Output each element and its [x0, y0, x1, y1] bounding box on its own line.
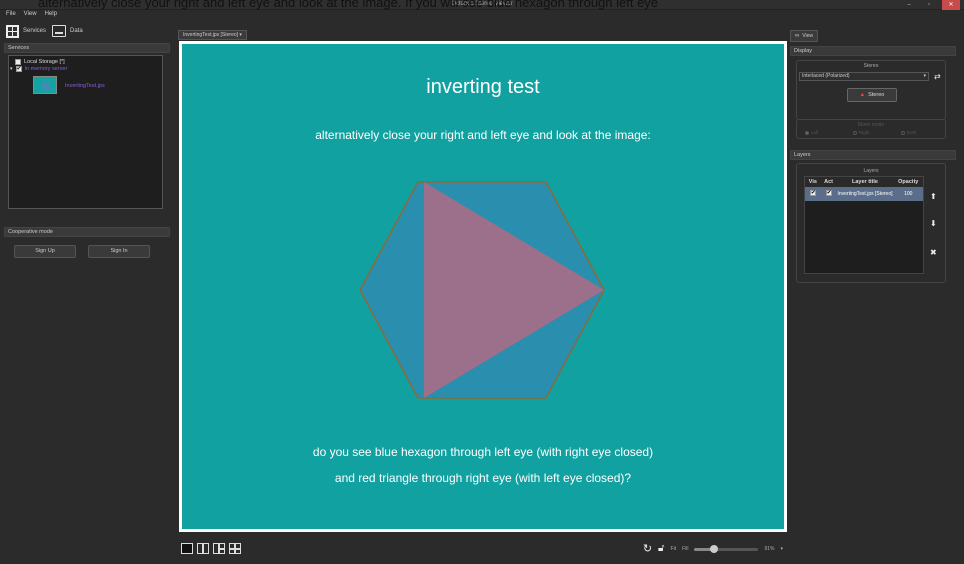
radio-right[interactable]: Right [853, 130, 870, 135]
menu-file[interactable]: File [6, 10, 16, 19]
coop-header: Cooperative mode [4, 227, 170, 237]
column-act: Act [824, 179, 834, 185]
table-row[interactable]: InvertingTest.jps [Stereo] 100 [805, 187, 923, 201]
stereo-button[interactable]: ▲ Stereo [847, 88, 897, 102]
image-subtitle: alternatively close your right and left … [315, 128, 651, 142]
rotate-icon[interactable]: ↻ [643, 543, 652, 555]
image-viewport[interactable]: inverting test alternatively close your … [179, 41, 787, 532]
checkbox[interactable] [15, 65, 22, 72]
column-vis: Vis [808, 179, 817, 185]
layers-header: Layers [790, 150, 956, 160]
tab-services[interactable]: Services [6, 24, 47, 38]
table-header: Vis Act Layer title Opacity [805, 177, 923, 187]
services-header: Services [4, 43, 170, 53]
lock-icon[interactable]: 🔓︎ [658, 543, 664, 555]
mono-group: Mono mode Left Right Both [796, 119, 946, 139]
quad-view-icon[interactable] [229, 543, 241, 554]
visible-checkbox[interactable] [809, 189, 816, 196]
image-title: inverting test [426, 76, 540, 98]
tree-label: In memory server [24, 66, 68, 72]
tab-view-label: View [802, 33, 814, 39]
file-thumbnail[interactable] [33, 76, 57, 94]
active-checkbox[interactable] [825, 189, 832, 196]
tree-label: Local Storage [*] [24, 59, 65, 65]
document-tab[interactable]: InvertingTest.jps [Stereo] ▾ [178, 30, 247, 40]
drive-icon [52, 25, 67, 37]
move-up-icon[interactable]: ⬆ [930, 192, 937, 201]
grid-icon [6, 24, 19, 38]
fill-button[interactable]: Fill [682, 546, 688, 552]
stereo-label: Stereo [863, 63, 879, 69]
menu-bar: File View Help [0, 10, 57, 19]
tab-data-label: Data [70, 28, 83, 34]
column-layer-title: Layer title [851, 178, 878, 185]
chevron-down-icon: ▾ [923, 73, 926, 79]
single-view-icon[interactable] [181, 543, 193, 554]
layers-label: Layers [863, 168, 879, 174]
radio-both[interactable]: Both [901, 130, 916, 135]
stereo-color-icon: ▲ [859, 92, 866, 98]
tree-item-local-storage[interactable]: Local Storage [*] [15, 59, 65, 65]
menu-help[interactable]: Help [45, 10, 57, 19]
viewer-toolbar: ↻ 🔓︎ Fit Fill 91% ▾ [179, 540, 787, 558]
menu-view[interactable]: View [24, 10, 37, 19]
stereo-mode-value: Interlaced (Polarized) [802, 73, 850, 79]
tree-item-file[interactable]: InvertingTest.jps [65, 83, 105, 89]
sign-up-button[interactable]: Sign Up [14, 245, 76, 258]
mono-label: Mono mode [857, 122, 885, 128]
remove-layer-icon[interactable]: ✖ [930, 248, 937, 257]
stereo-mode-select[interactable]: Interlaced (Polarized) ▾ [799, 72, 929, 81]
layer-title: InvertingTest.jps [Stereo] [837, 190, 893, 197]
test-shapes [359, 181, 605, 399]
radio-left[interactable]: Left [805, 130, 819, 135]
move-down-icon[interactable]: ⬇ [930, 219, 937, 228]
tab-view[interactable]: ∞ View [790, 30, 819, 42]
stereo-group: Stereo Interlaced (Polarized) ▾ ⇄ ▲ Ster… [796, 60, 946, 120]
overlay-caption: alternatively close your right and left … [38, 0, 659, 10]
layer-opacity: 100 [904, 191, 913, 197]
zoom-slider[interactable] [694, 544, 759, 553]
services-tree[interactable]: Local Storage [*] ▾ In memory server Inv… [8, 55, 163, 209]
layers-table: Vis Act Layer title Opacity InvertingTes… [804, 176, 924, 274]
fit-button[interactable]: Fit [671, 546, 677, 552]
swap-icon[interactable]: ⇄ [934, 72, 941, 81]
stereo-image: inverting test alternatively close your … [182, 44, 784, 529]
split-vertical-icon[interactable] [197, 543, 209, 554]
display-header: Display [790, 46, 956, 56]
chevron-down-icon[interactable]: ▾ [239, 32, 242, 38]
tab-services-label: Services [23, 28, 47, 34]
tree-item-memory-server[interactable]: ▾ In memory server [10, 65, 68, 72]
chevron-down-icon[interactable]: ▾ [780, 546, 783, 552]
expand-arrow-icon[interactable]: ▾ [10, 66, 13, 72]
right-panel: ∞ View Display Stereo Interlaced (Polari… [788, 19, 958, 560]
question-line-2: and red triangle through right eye (with… [334, 471, 632, 485]
question-line-1: do you see blue hexagon through left eye… [312, 445, 654, 459]
column-opacity: Opacity [898, 179, 919, 185]
zoom-slider-handle[interactable] [709, 544, 718, 553]
tab-data[interactable]: Data [52, 25, 83, 37]
left-panel: Services Data Services Local Storage [*]… [4, 19, 170, 560]
split-three-icon[interactable] [213, 543, 225, 554]
document-tab-label: InvertingTest.jps [Stereo] [183, 32, 239, 38]
stereo-button-label: Stereo [868, 92, 885, 98]
zoom-value: 91% [764, 546, 775, 552]
glasses-icon: ∞ [795, 33, 800, 39]
sign-in-button[interactable]: Sign In [88, 245, 150, 258]
